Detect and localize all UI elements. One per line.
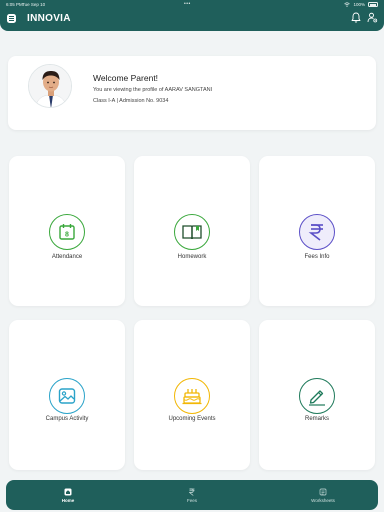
profile-subtitle: You are viewing the profile of AARAV SAN… (93, 87, 213, 93)
pen-icon (299, 378, 335, 414)
nav-label: Home (61, 497, 75, 503)
app-header: 6:05 PM Tue Sep 10 ••• 100% INNOVIA (0, 0, 384, 31)
profile-settings-icon[interactable] (367, 12, 378, 23)
tile-homework[interactable]: Homework (134, 156, 250, 306)
tile-fees-info[interactable]: Fees Info (259, 156, 375, 306)
nav-label: Fees (186, 497, 197, 503)
wifi-icon (344, 2, 351, 7)
welcome-card: Welcome Parent! You are viewing the prof… (8, 56, 376, 130)
nav-home[interactable]: Home (46, 480, 90, 510)
app-title: INNOVIA (27, 13, 71, 24)
tile-label: Remarks (304, 416, 329, 422)
svg-text:8: 8 (65, 232, 69, 239)
cake-icon (174, 378, 210, 414)
status-indicators: 100% (344, 2, 378, 7)
class-admission-info: Class I-A | Admission No. 9034 (93, 98, 169, 104)
worksheet-icon (319, 488, 327, 495)
bottom-navigation: Home Fees Worksheets (6, 480, 378, 510)
battery-percent: 100% (353, 2, 365, 7)
bell-icon[interactable] (351, 12, 361, 23)
nav-fees[interactable]: Fees (170, 480, 214, 510)
welcome-title: Welcome Parent! (93, 73, 159, 83)
home-icon (64, 488, 72, 495)
battery-icon (368, 2, 378, 7)
student-photo (29, 65, 71, 107)
tile-label: Fees Info (304, 254, 330, 260)
multitasking-dots-icon[interactable]: ••• (184, 1, 191, 7)
tile-label: Campus Activity (45, 416, 89, 422)
tile-campus-activity[interactable]: Campus Activity (9, 320, 125, 470)
status-date: Tue Sep 10 (22, 2, 46, 7)
tile-label: Attendance (51, 254, 83, 260)
nav-label: Worksheets (311, 497, 335, 503)
status-time: 6:05 PM (6, 2, 23, 7)
image-icon (49, 378, 85, 414)
tile-remarks[interactable]: Remarks (259, 320, 375, 470)
nav-worksheets[interactable]: Worksheets (293, 480, 353, 510)
calendar-icon: 8 (49, 214, 85, 250)
student-avatar (28, 64, 72, 108)
status-bar: 6:05 PM Tue Sep 10 ••• 100% (0, 0, 384, 9)
tile-label: Upcoming Events (168, 416, 216, 422)
tile-attendance[interactable]: 8 Attendance (9, 156, 125, 306)
tile-label: Homework (177, 254, 207, 260)
rupee-icon (189, 488, 195, 496)
rupee-icon (299, 214, 335, 250)
book-icon (174, 214, 210, 250)
tile-upcoming-events[interactable]: Upcoming Events (134, 320, 250, 470)
menu-button[interactable] (7, 14, 16, 23)
